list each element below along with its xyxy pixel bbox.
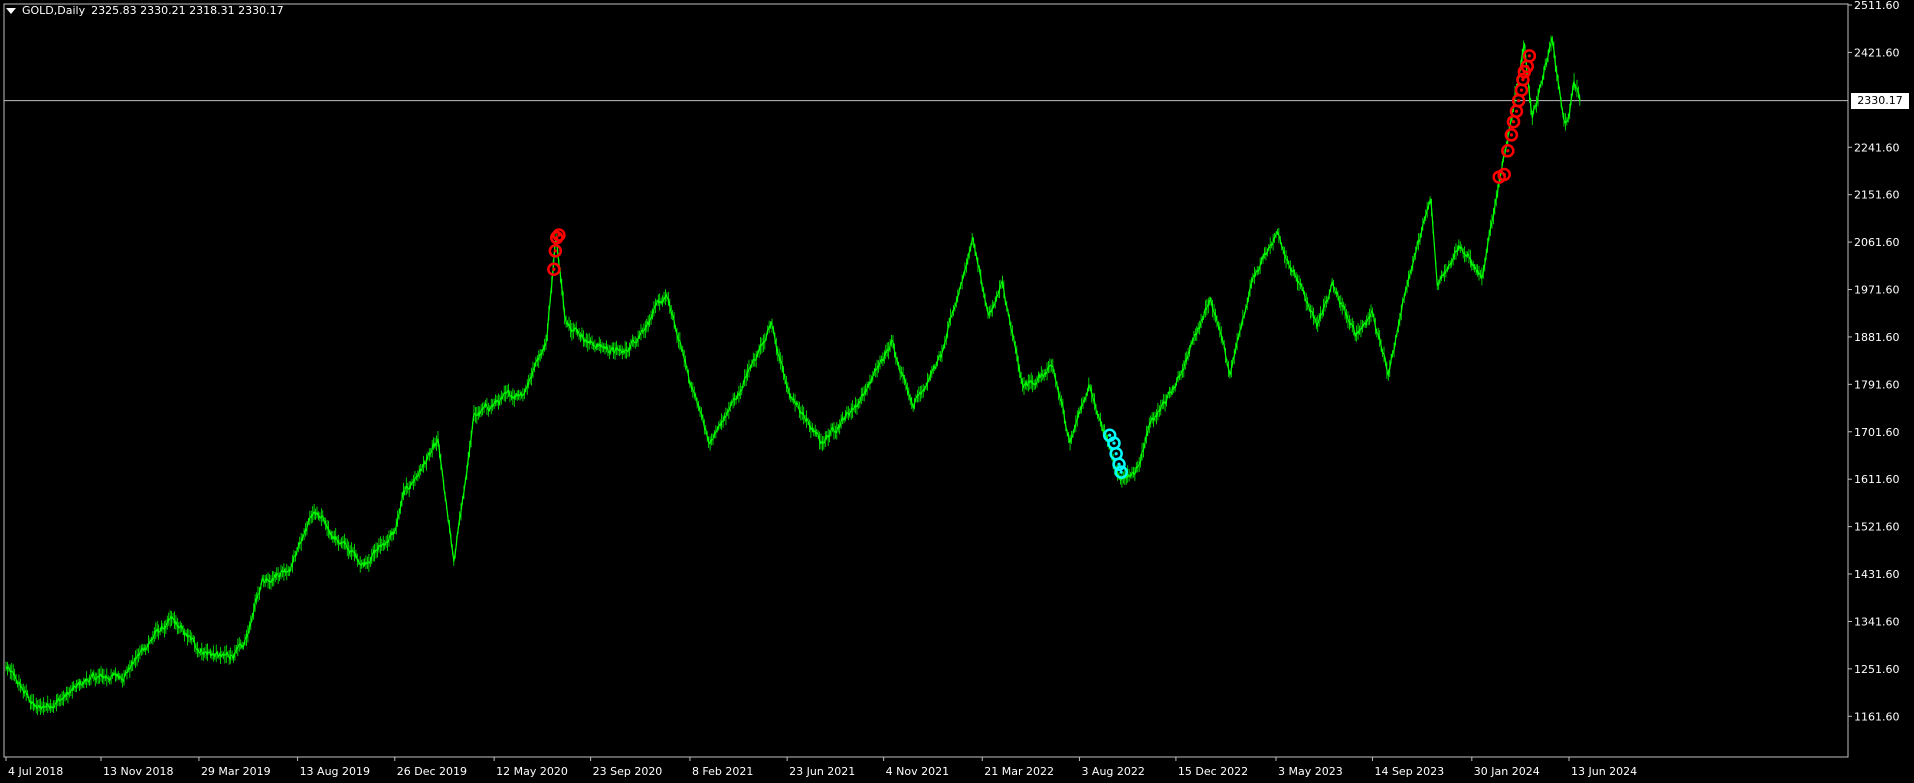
marker-dot [1509, 133, 1514, 137]
marker-dot [1521, 78, 1525, 82]
x-tick-label: 4 Nov 2021 [886, 765, 949, 778]
marker-dot [552, 267, 556, 271]
marker-dot [1517, 99, 1521, 103]
chart-frame [3, 3, 1849, 758]
y-tick-label: 1431.60 [1854, 568, 1900, 581]
marker-dot [1502, 172, 1506, 177]
sell-arrow-icon [1514, 83, 1529, 97]
marker-dot [1112, 441, 1116, 445]
current-price-tag: 2330.17 [1851, 92, 1909, 109]
x-tick-label: 15 Dec 2022 [1178, 765, 1248, 778]
price-series-line [5, 37, 1581, 710]
x-tick-label: 14 Sep 2023 [1374, 765, 1444, 778]
x-tick-label: 4 Jul 2018 [8, 765, 63, 778]
x-tick-label: 29 Mar 2019 [201, 765, 271, 778]
dropdown-arrow-icon[interactable] [6, 8, 16, 14]
y-tick-label: 1161.60 [1854, 710, 1900, 723]
x-tick-label: 21 Mar 2022 [984, 765, 1054, 778]
x-tick-label: 8 Feb 2021 [692, 765, 753, 778]
y-tick-label: 1341.60 [1854, 615, 1900, 628]
y-tick-label: 1611.60 [1854, 473, 1900, 486]
x-tick-label: 13 Nov 2018 [103, 765, 173, 778]
y-tick-label: 1881.60 [1854, 331, 1900, 344]
price-chart[interactable]: 2511.60 2421.60 2241.60 2151.60 2061.60 1971.… [0, 0, 1914, 783]
x-tick-label: 13 Aug 2019 [300, 765, 370, 778]
y-tick-label: 1521.60 [1854, 521, 1900, 534]
chart-area[interactable]: 2511.60 2421.60 2241.60 2151.60 2061.60 1971.… [0, 0, 1914, 783]
y-tick-label: 1971.60 [1854, 284, 1900, 297]
buy-arrow-icon [1109, 446, 1123, 461]
x-tick-label: 26 Dec 2019 [397, 765, 467, 778]
marker-dot [1117, 462, 1121, 466]
y-tick-label: 2511.60 [1854, 0, 1900, 12]
marker-dot [1119, 470, 1123, 474]
marker-dot [1519, 88, 1524, 92]
y-tick-label: 1791.60 [1854, 378, 1900, 391]
y-tick-label: 1701.60 [1854, 426, 1900, 439]
x-tick-label: 23 Jun 2021 [789, 765, 855, 778]
ohlc-readout: 2325.83 2330.21 2318.31 2330.17 [91, 4, 284, 17]
x-tick-label: 12 May 2020 [496, 765, 568, 778]
sell-arrow-icon [1501, 143, 1515, 158]
y-tick-label: 2241.60 [1854, 141, 1900, 154]
x-tick-label: 3 Aug 2022 [1081, 765, 1144, 778]
chart-header: GOLD,Daily 2325.83 2330.21 2318.31 2330.… [6, 4, 284, 17]
marker-dot [553, 249, 557, 253]
marker-dot [1527, 54, 1532, 58]
x-tick-label: 23 Sep 2020 [593, 765, 663, 778]
marker-dot [1114, 452, 1118, 456]
marker-dot [1511, 120, 1516, 124]
y-tick-label: 2151.60 [1854, 189, 1900, 202]
y-tick-label: 1251.60 [1854, 663, 1900, 676]
y-tick-label: 2421.60 [1854, 46, 1900, 59]
x-tick-label: 3 May 2023 [1278, 765, 1343, 778]
y-tick-label: 2061.60 [1854, 236, 1900, 249]
sell-arrow-icon [1506, 115, 1521, 129]
marker-dot [1506, 149, 1510, 153]
marker-dot [1514, 109, 1519, 113]
marker-dot [1108, 433, 1112, 437]
symbol-period-label: GOLD,Daily [22, 4, 86, 17]
marker-dot [1525, 64, 1529, 69]
x-tick-label: 30 Jan 2024 [1474, 765, 1540, 778]
x-tick-label: 13 Jun 2024 [1571, 765, 1637, 778]
marker-dot [557, 233, 561, 237]
